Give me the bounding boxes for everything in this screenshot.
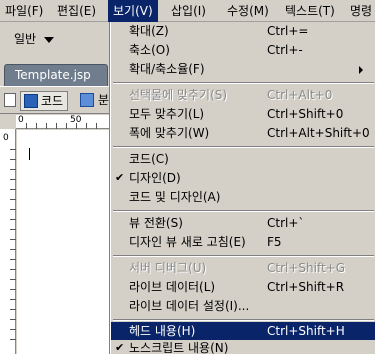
menu-item-live-data-settings[interactable]: 라이브 데이터 설정(I)... bbox=[111, 297, 375, 315]
menu-item-noscript-content[interactable]: ✔ 노스크립트 내용(N) bbox=[111, 339, 375, 354]
vertical-ruler: 0 bbox=[0, 129, 16, 354]
menu-insert[interactable]: 삽입(I) bbox=[166, 0, 211, 22]
menu-item-zoom-in[interactable]: 확대(Z) Ctrl+= bbox=[111, 22, 375, 40]
text-caret bbox=[29, 148, 30, 160]
menu-modify[interactable]: 수정(M) bbox=[222, 0, 274, 22]
ruler-mark-left-0: 0 bbox=[3, 133, 9, 143]
menu-edit[interactable]: 편집(E) bbox=[52, 0, 101, 22]
menu-separator bbox=[113, 146, 374, 148]
menu-item-design[interactable]: ✔ 디자인(D) bbox=[111, 169, 375, 187]
code-view-button[interactable]: 코드 bbox=[20, 91, 69, 111]
menu-separator bbox=[113, 82, 374, 84]
split-view-label: 분 bbox=[98, 93, 110, 107]
menu-view[interactable]: 보기(V) bbox=[108, 0, 158, 22]
menu-item-server-debug: 서버 디버그(U) Ctrl+Shift+G bbox=[129, 261, 346, 275]
menu-separator bbox=[113, 210, 374, 212]
menu-item-fit-width[interactable]: 폭에 맞추기(W) Ctrl+Alt+Shift+0 bbox=[111, 124, 375, 142]
ruler-mark-0: 0 bbox=[18, 115, 24, 125]
code-view-icon bbox=[24, 94, 38, 108]
split-view-icon bbox=[80, 93, 94, 107]
document-tab[interactable]: Template.jsp bbox=[4, 64, 108, 86]
submenu-arrow-icon bbox=[359, 66, 363, 74]
menu-text[interactable]: 텍스트(T) bbox=[280, 0, 340, 22]
menu-item-magnification[interactable]: 확대/축소율(F) bbox=[111, 60, 375, 78]
menu-commands[interactable]: 명령 bbox=[345, 0, 375, 22]
horizontal-ruler: 0 50 bbox=[16, 115, 110, 129]
menu-bar: 파일(F) 편집(E) 보기(V) 삽입(I) 수정(M) 텍스트(T) 명령 bbox=[0, 0, 375, 22]
checkmark-icon: ✔ bbox=[115, 171, 125, 184]
document-icon bbox=[4, 93, 16, 107]
menu-item-live-data[interactable]: 라이브 데이터(L) Ctrl+Shift+R bbox=[111, 278, 375, 296]
design-canvas[interactable] bbox=[17, 130, 110, 354]
insert-toolbar: 일반 bbox=[0, 22, 110, 58]
document-toolbar: 코드 분 bbox=[0, 86, 110, 114]
menu-item-code-and-design[interactable]: 코드 및 디자인(A) bbox=[111, 188, 375, 206]
code-view-label: 코드 bbox=[41, 94, 64, 108]
menu-item-fit-selection: 선택물에 맞추기(S) Ctrl+Alt+0 bbox=[129, 88, 333, 102]
menu-separator bbox=[113, 319, 374, 321]
menu-item-code[interactable]: 코드(C) bbox=[111, 150, 375, 168]
checkmark-icon: ✔ bbox=[115, 341, 125, 354]
menu-separator bbox=[113, 255, 374, 257]
menu-item-zoom-out[interactable]: 축소(O) Ctrl+- bbox=[111, 41, 375, 59]
chevron-down-icon bbox=[44, 36, 55, 43]
menu-item-switch-views[interactable]: 뷰 전환(S) Ctrl+` bbox=[111, 214, 375, 232]
split-view-button[interactable]: 분 bbox=[80, 91, 109, 111]
insert-category-select[interactable]: 일반 bbox=[14, 30, 55, 47]
insert-category-label: 일반 bbox=[14, 32, 37, 46]
menu-item-fit-all[interactable]: 모두 맞추기(L) Ctrl+Shift+0 bbox=[111, 105, 375, 123]
menu-item-refresh-design[interactable]: 디자인 뷰 새로 고침(E) F5 bbox=[111, 233, 375, 251]
view-menu-dropdown: 확대(Z) Ctrl+= 축소(O) Ctrl+- 확대/축소율(F) 선택물에 맞… bbox=[110, 22, 375, 354]
menu-item-head-content[interactable]: 헤드 내용(H) Ctrl+Shift+H bbox=[111, 322, 375, 340]
menu-file[interactable]: 파일(F) bbox=[0, 0, 48, 22]
document-tab-title: Template.jsp bbox=[15, 68, 91, 82]
